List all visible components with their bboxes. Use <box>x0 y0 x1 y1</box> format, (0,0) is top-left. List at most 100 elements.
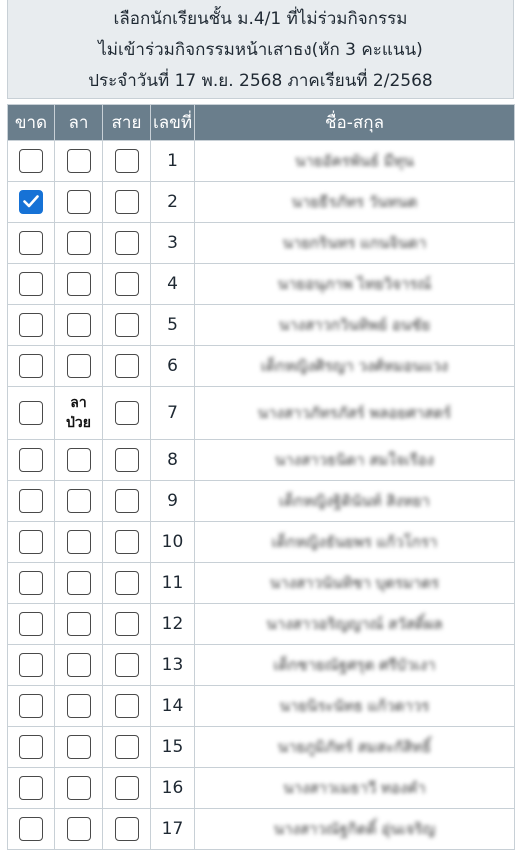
leave-checkbox[interactable] <box>66 571 91 595</box>
checkmark-icon <box>23 195 39 208</box>
late-checkbox[interactable] <box>114 694 139 718</box>
absent-checkbox[interactable] <box>19 448 43 472</box>
student-number: 16 <box>150 767 195 809</box>
late-cell <box>102 345 151 387</box>
late-checkbox[interactable] <box>114 448 139 472</box>
leave-cell <box>54 263 103 305</box>
leave-checkbox[interactable] <box>66 612 91 636</box>
absent-checkbox[interactable] <box>19 817 43 841</box>
leave-checkbox[interactable] <box>66 149 91 173</box>
leave-checkbox[interactable] <box>66 653 91 677</box>
late-checkbox[interactable] <box>114 571 139 595</box>
absent-checkbox[interactable] <box>19 735 43 759</box>
student-name-cell: นายอนุภาพ ไทยวิจารณ์ <box>194 263 515 305</box>
leave-cell <box>54 562 103 604</box>
absent-checkbox[interactable] <box>19 776 43 800</box>
late-checkbox[interactable] <box>114 149 139 173</box>
absent-cell <box>7 263 55 305</box>
leave-checkbox[interactable] <box>66 694 91 718</box>
late-checkbox[interactable] <box>114 653 139 677</box>
student-name: เด็กหญิงฐิตินันท์ สิงหยา <box>279 492 430 510</box>
leave-cell <box>54 603 103 645</box>
absent-cell <box>7 685 55 727</box>
table-row: 2 นายธีรภัทร วันทนต <box>7 181 515 223</box>
late-checkbox[interactable] <box>114 489 139 513</box>
late-checkbox[interactable] <box>114 735 139 759</box>
late-checkbox[interactable] <box>114 530 139 554</box>
absent-checkbox[interactable] <box>19 530 43 554</box>
student-number: 10 <box>150 521 195 563</box>
leave-cell <box>54 222 103 264</box>
late-checkbox[interactable] <box>114 313 139 337</box>
absent-checkbox[interactable] <box>19 354 43 378</box>
absent-cell <box>7 304 55 346</box>
absent-cell <box>7 439 55 481</box>
form-header: เลือกนักเรียนชั้น ม.4/1 ที่ไม่ร่วมกิจกรร… <box>7 0 514 99</box>
late-checkbox[interactable] <box>114 401 139 425</box>
late-cell <box>102 521 151 563</box>
late-checkbox[interactable] <box>114 817 139 841</box>
late-checkbox[interactable] <box>114 272 139 296</box>
absent-checkbox[interactable] <box>19 190 43 214</box>
late-cell <box>102 386 151 440</box>
absent-checkbox[interactable] <box>19 401 43 425</box>
late-checkbox[interactable] <box>114 231 139 255</box>
student-number: 15 <box>150 726 195 768</box>
student-name: นายธีรภัทร วันทนต <box>291 193 418 211</box>
absent-checkbox[interactable] <box>19 272 43 296</box>
leave-checkbox[interactable] <box>66 272 91 296</box>
student-name-cell: นายธีรภัทร วันทนต <box>194 181 515 223</box>
table-row: 15 นายภูมิภัทร์ สมสะกัสิทธิ์ <box>7 726 515 768</box>
table-row: 14 นายนิระนัทธ แก้วดาวร <box>7 685 515 727</box>
leave-checkbox[interactable] <box>66 448 91 472</box>
student-number: 14 <box>150 685 195 727</box>
absent-checkbox[interactable] <box>19 653 43 677</box>
student-number: 3 <box>150 222 195 264</box>
leave-checkbox[interactable] <box>66 313 91 337</box>
student-name: นายกรินทร แกนจินดา <box>282 234 427 252</box>
late-cell <box>102 603 151 645</box>
student-name-cell: เด็กหญิงธันยพร แก้วโกรา <box>194 521 515 563</box>
leave-checkbox[interactable] <box>66 735 91 759</box>
absent-checkbox[interactable] <box>19 489 43 513</box>
leave-status-text[interactable]: ลา ป่วย <box>66 393 91 433</box>
student-name: นายอัครพันธ์ มีทุน <box>295 152 414 170</box>
late-cell <box>102 222 151 264</box>
late-checkbox[interactable] <box>114 776 139 800</box>
leave-cell <box>54 181 103 223</box>
absent-checkbox[interactable] <box>19 313 43 337</box>
leave-cell <box>54 140 103 182</box>
student-name: นางสาวอริญญาณ์ สวัสดิ์ผล <box>266 615 443 633</box>
absent-checkbox[interactable] <box>19 231 43 255</box>
col-header-leave: ลา <box>54 104 103 141</box>
table-header-row: ขาด ลา สาย เลขที่ ชื่อ-สกุล <box>7 104 515 141</box>
leave-cell <box>54 521 103 563</box>
leave-checkbox[interactable] <box>66 817 91 841</box>
leave-checkbox[interactable] <box>66 231 91 255</box>
student-name-cell: นางสาวอริญญาณ์ สวัสดิ์ผล <box>194 603 515 645</box>
leave-checkbox[interactable] <box>66 354 91 378</box>
leave-checkbox[interactable] <box>66 489 91 513</box>
leave-checkbox[interactable] <box>66 190 91 214</box>
absent-checkbox[interactable] <box>19 149 43 173</box>
absent-checkbox[interactable] <box>19 612 43 636</box>
table-row: 17 นางสาวณัฐกิตติ์ อุ่นเจริญ <box>7 808 515 850</box>
late-checkbox[interactable] <box>114 190 139 214</box>
absent-cell <box>7 222 55 264</box>
student-name-cell: นางสาวธนิดา สมใจเรือง <box>194 439 515 481</box>
late-checkbox[interactable] <box>114 612 139 636</box>
leave-cell <box>54 644 103 686</box>
late-checkbox[interactable] <box>114 354 139 378</box>
leave-cell <box>54 480 103 522</box>
student-name-cell: นางสาวกวินทิพย์ อนชัย <box>194 304 515 346</box>
student-name: นางสาวเมธาวี ทองคำ <box>283 779 426 797</box>
leave-checkbox[interactable] <box>66 530 91 554</box>
absent-cell <box>7 386 55 440</box>
leave-checkbox[interactable] <box>66 776 91 800</box>
absent-cell <box>7 808 55 850</box>
absent-checkbox[interactable] <box>19 571 43 595</box>
absent-cell <box>7 521 55 563</box>
leave-cell <box>54 767 103 809</box>
absent-checkbox[interactable] <box>19 694 43 718</box>
student-name: นางสาวณัฐกิตติ์ อุ่นเจริญ <box>273 820 436 838</box>
